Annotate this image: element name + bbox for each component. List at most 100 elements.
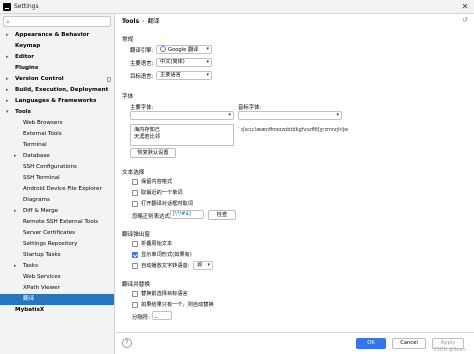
sidebar-item-label: Terminal [23,142,47,148]
sidebar-item[interactable]: ▸ Version Control [0,74,114,85]
engine-select[interactable]: Google 翻译 ▾ [156,45,212,54]
phonetic-font-select[interactable]: ▾ [238,111,342,120]
close-icon[interactable]: ✕ [460,2,470,12]
sidebar-item-label: Diff & Merge [23,208,59,214]
tts-source-value: 源 [197,262,203,268]
take-word-on-dialog-label: 打开翻译对话框时取词 [141,201,193,207]
sidebar-item[interactable]: ▸ Build, Execution, Deployment [0,85,114,96]
ignore-regex-label: 忽略正则表达式: [132,214,172,220]
chevron-right-icon[interactable]: ▸ [6,74,9,85]
target-language-select[interactable]: 主要语言 ▾ [156,71,212,80]
sidebar-item-label: Build, Execution, Deployment [15,87,109,93]
breadcrumb-current: 翻译 [147,18,160,25]
translation-settings-panel: Tools › 翻译 ↺ 常规 翻译引擎: Google 翻译 ▾ 主要语言: 中文… [116,14,474,332]
sidebar-item[interactable]: SSH Terminal [0,173,114,184]
separator-label: 分隔符: [132,315,150,321]
dialog-footer: ? OK Cancel Apply CSDN @Sean... [116,332,474,354]
sidebar-item-label: Server Certificates [23,230,76,236]
chevron-down-icon: ▾ [336,112,339,118]
select-target-before-replace-checkbox[interactable] [132,291,138,297]
settings-search-input[interactable]: ⌕ [3,16,111,27]
restore-default-font-button[interactable]: 恢复默认设置 [130,148,176,158]
help-icon[interactable]: ? [122,338,132,348]
sidebar-item[interactable]: Keymap [0,41,114,52]
chevron-right-icon[interactable]: ▸ [6,96,9,107]
window-title: Settings [14,3,39,10]
sidebar-item[interactable]: Startup Tasks [0,250,114,261]
nearest-word-checkbox[interactable] [132,190,138,196]
sidebar-item[interactable]: Settings Repository [0,239,114,250]
sidebar-item[interactable]: Web Services [0,272,114,283]
sidebar-item-label: Plugins [15,65,39,71]
check-regex-button[interactable]: 检查 [208,210,236,220]
sidebar-item[interactable]: Server Certificates [0,228,114,239]
primary-language-label: 主要语言: [130,61,154,67]
sidebar-item-label: Remote SSH External Tools [23,219,99,225]
ok-button[interactable]: OK [356,338,386,349]
project-config-icon [107,77,111,82]
sidebar-item-label: Database [23,153,50,159]
sidebar-item-label: Web Browsers [23,120,63,126]
chevron-down-icon[interactable]: ▾ [6,107,9,118]
chevron-right-icon[interactable]: ▸ [6,85,9,96]
sidebar-item-label: 翻译 [23,296,35,302]
show-word-forms-checkbox[interactable] [132,252,138,258]
sidebar-item[interactable]: Plugins [0,63,114,74]
reset-arrow-icon[interactable]: ↺ [462,16,468,24]
sidebar-item-label: Tools [15,109,32,115]
sidebar-item-label: MybatisX [15,307,45,313]
target-language-value: 主要语言 [160,72,181,78]
chevron-right-icon[interactable]: ▸ [6,30,9,41]
sidebar-item[interactable]: Remote SSH External Tools [0,217,114,228]
section-popup-title: 翻译弹出窗 [122,232,150,238]
chevron-right-icon[interactable]: ▸ [14,151,17,162]
select-target-before-replace-label: 替换前选择目标语言 [141,291,188,297]
chevron-right-icon[interactable]: ▸ [14,206,17,217]
window-titlebar: Settings ✕ [0,0,474,14]
sidebar-item[interactable]: SSH Configurations [0,162,114,173]
sidebar-item-label: Editor [15,54,35,60]
sidebar-item-label: Startup Tasks [23,252,61,258]
primary-font-select[interactable]: ▾ [130,111,234,120]
separator-input[interactable]: _ [152,311,172,320]
sidebar-item[interactable]: MybatisX [0,305,114,316]
breadcrumb-parent[interactable]: Tools [122,18,139,25]
sidebar-item[interactable]: ▸ Languages & Frameworks [0,96,114,107]
fold-original-checkbox[interactable] [132,241,138,247]
tts-source-select[interactable]: 源 ▾ [193,261,213,270]
chevron-right-icon[interactable]: ▸ [6,52,9,63]
auto-play-tts-checkbox[interactable] [132,263,138,269]
sidebar-item[interactable]: Web Browsers [0,118,114,129]
auto-play-tts-label: 自动播放文字转语音: [141,263,190,269]
cancel-button[interactable]: Cancel [392,338,426,349]
ignore-regex-input[interactable]: [\*/#$] [170,210,204,219]
sidebar-item[interactable]: XPath Viewer [0,283,114,294]
chevron-down-icon: ▾ [207,262,210,268]
sidebar-item[interactable]: External Tools [0,129,114,140]
sidebar-item[interactable]: ▸ Tasks [0,261,114,272]
auto-replace-single-checkbox[interactable] [132,302,138,308]
primary-language-select[interactable]: 中文(简体) ▾ [156,58,212,67]
section-replace-title: 翻译并替换 [122,282,150,288]
sidebar-item[interactable]: 翻译 [0,294,114,305]
fold-original-label: 折叠原始文本 [141,241,173,247]
breadcrumb-separator: › [142,18,145,25]
sidebar-item-label: External Tools [23,131,62,137]
font-preview-box: 海内存知己 天涯若比邻 [130,124,234,146]
sidebar-item-label: SSH Configurations [23,164,77,170]
phonetic-font-label: 音标字体: [238,105,262,111]
sidebar-item-label: Diagrams [23,197,50,203]
chevron-right-icon[interactable]: ▸ [14,261,17,272]
sidebar-item[interactable]: Android Device File Explorer [0,184,114,195]
sidebar-item[interactable]: ▾ Tools [0,107,114,118]
sidebar-item[interactable]: ▸ Database [0,151,114,162]
show-word-forms-label: 显示单词形式(如果有) [141,252,192,258]
primary-font-label: 主要字体: [130,105,154,111]
sidebar-item[interactable]: Terminal [0,140,114,151]
keep-format-checkbox[interactable] [132,179,138,185]
sidebar-item[interactable]: ▸ Editor [0,52,114,63]
take-word-on-dialog-checkbox[interactable] [132,201,138,207]
sidebar-item[interactable]: ▸ Appearance & Behavior [0,30,114,41]
sidebar-item[interactable]: Diagrams [0,195,114,206]
sidebar-item[interactable]: ▸ Diff & Merge [0,206,114,217]
